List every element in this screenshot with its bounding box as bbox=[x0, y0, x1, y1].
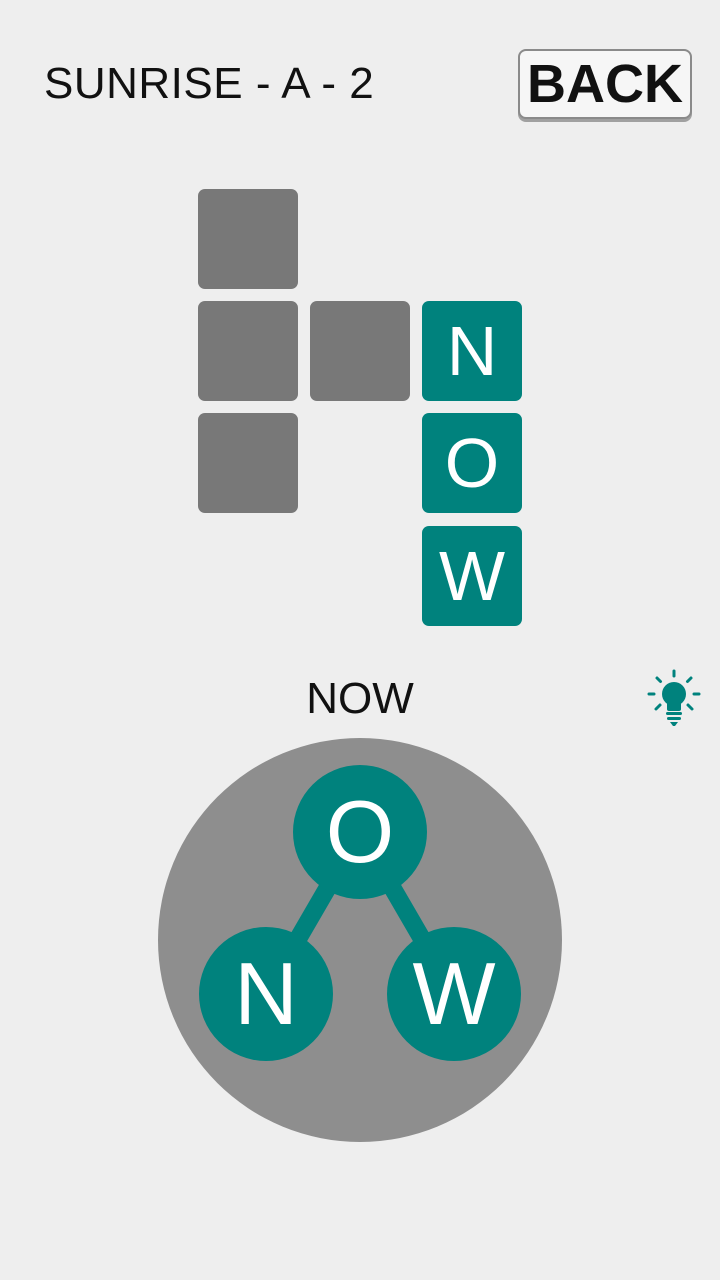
grid-cell bbox=[198, 301, 298, 401]
back-button[interactable]: BACK bbox=[518, 49, 692, 119]
grid-cell: O bbox=[422, 413, 522, 513]
grid-cell bbox=[198, 189, 298, 289]
grid-cell: N bbox=[422, 301, 522, 401]
wheel-letter-o[interactable]: O bbox=[293, 765, 427, 899]
grid-cell bbox=[310, 301, 410, 401]
grid-cell: W bbox=[422, 526, 522, 626]
lightbulb-icon bbox=[647, 669, 701, 726]
grid-cell bbox=[198, 413, 298, 513]
wheel-letter-n[interactable]: N bbox=[199, 927, 333, 1061]
level-title: SUNRISE - A - 2 bbox=[44, 59, 375, 108]
current-word: NOW bbox=[306, 674, 414, 723]
wheel-letter-w[interactable]: W bbox=[387, 927, 521, 1061]
hint-button[interactable] bbox=[645, 668, 703, 732]
letter-wheel: O N W bbox=[158, 738, 562, 1142]
